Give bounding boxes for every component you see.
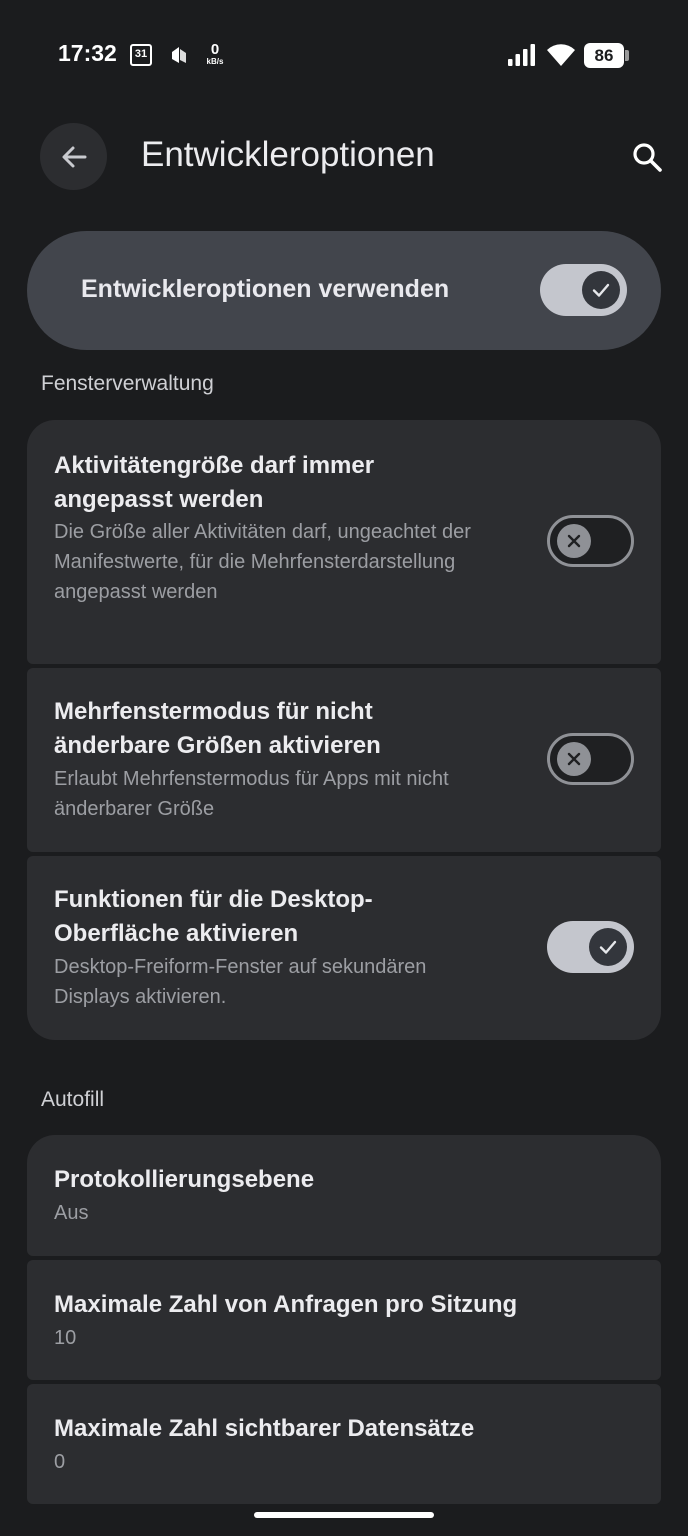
setting-non-resizable-multiwindow[interactable]: Mehrfenstermodus für nicht änderbare Grö… xyxy=(27,668,661,852)
network-speed: 0 kB/s xyxy=(203,42,227,67)
section-header-window-management: Fensterverwaltung xyxy=(41,372,214,395)
setting-title: Protokollierungsebene xyxy=(54,1166,315,1193)
setting-title: Mehrfenstermodus für nicht änderbare Grö… xyxy=(54,698,381,759)
network-speed-unit: kB/s xyxy=(206,57,224,66)
battery-level: 86 xyxy=(584,43,624,68)
check-icon xyxy=(592,283,610,297)
setting-title: Funktionen für die Desktop-Oberfläche ak… xyxy=(54,886,373,947)
force-resizable-switch[interactable] xyxy=(547,515,634,567)
desktop-experience-switch[interactable] xyxy=(547,921,634,973)
setting-max-visible-datasets[interactable]: Maximale Zahl sichtbarer Datensätze 0 xyxy=(27,1384,661,1504)
close-icon xyxy=(567,534,581,548)
setting-desktop-experience[interactable]: Funktionen für die Desktop-Oberfläche ak… xyxy=(27,856,661,1040)
use-developer-options-row[interactable]: Entwickleroptionen verwenden xyxy=(27,231,661,350)
setting-force-resizable-activities[interactable]: Aktivitätengröße darf immer angepasst we… xyxy=(27,420,661,664)
arrow-left-icon xyxy=(62,146,86,167)
status-time: 17:32 xyxy=(58,40,117,66)
home-indicator[interactable] xyxy=(254,1512,434,1518)
setting-value: 0 xyxy=(54,1451,66,1473)
setting-value: 10 xyxy=(54,1327,77,1349)
switch-knob xyxy=(557,524,591,558)
wifi-icon xyxy=(547,44,575,66)
setting-title: Aktivitätengröße darf immer angepasst we… xyxy=(54,452,375,513)
setting-logging-level[interactable]: Protokollierungsebene Aus xyxy=(27,1135,661,1256)
section-header-autofill: Autofill xyxy=(41,1088,105,1111)
calendar-icon: 31 xyxy=(130,44,152,66)
non-resizable-multiwindow-switch[interactable] xyxy=(547,733,634,785)
switch-knob xyxy=(589,928,627,966)
setting-value: Aus xyxy=(54,1202,89,1224)
check-icon xyxy=(599,940,617,954)
setting-max-requests-per-session[interactable]: Maximale Zahl von Anfragen pro Sitzung 1… xyxy=(27,1260,661,1380)
setting-description: Die Größe aller Aktivitäten darf, ungeac… xyxy=(54,521,471,603)
setting-title: Maximale Zahl sichtbarer Datensätze xyxy=(54,1415,475,1442)
page-title: Entwickleroptionen xyxy=(141,135,435,174)
network-speed-value: 0 xyxy=(210,41,220,58)
cell-signal-icon xyxy=(508,44,535,66)
setting-title: Maximale Zahl von Anfragen pro Sitzung xyxy=(54,1291,518,1318)
battery-icon: 86 xyxy=(584,43,630,68)
use-developer-options-label: Entwickleroptionen verwenden xyxy=(81,275,450,303)
setting-description: Erlaubt Mehrfenstermodus für Apps mit ni… xyxy=(54,768,449,820)
use-developer-options-switch[interactable] xyxy=(540,264,627,316)
status-bar: 17:32 31 0 kB/s 86 xyxy=(0,0,688,110)
close-icon xyxy=(567,752,581,766)
setting-description: Desktop-Freiform-Fenster auf sekundären … xyxy=(54,956,427,1008)
switch-knob xyxy=(557,742,591,776)
switch-knob xyxy=(582,271,620,309)
app-notification-icon xyxy=(172,47,186,63)
back-button[interactable] xyxy=(40,123,107,190)
search-icon xyxy=(633,143,662,172)
search-button[interactable] xyxy=(620,130,674,184)
